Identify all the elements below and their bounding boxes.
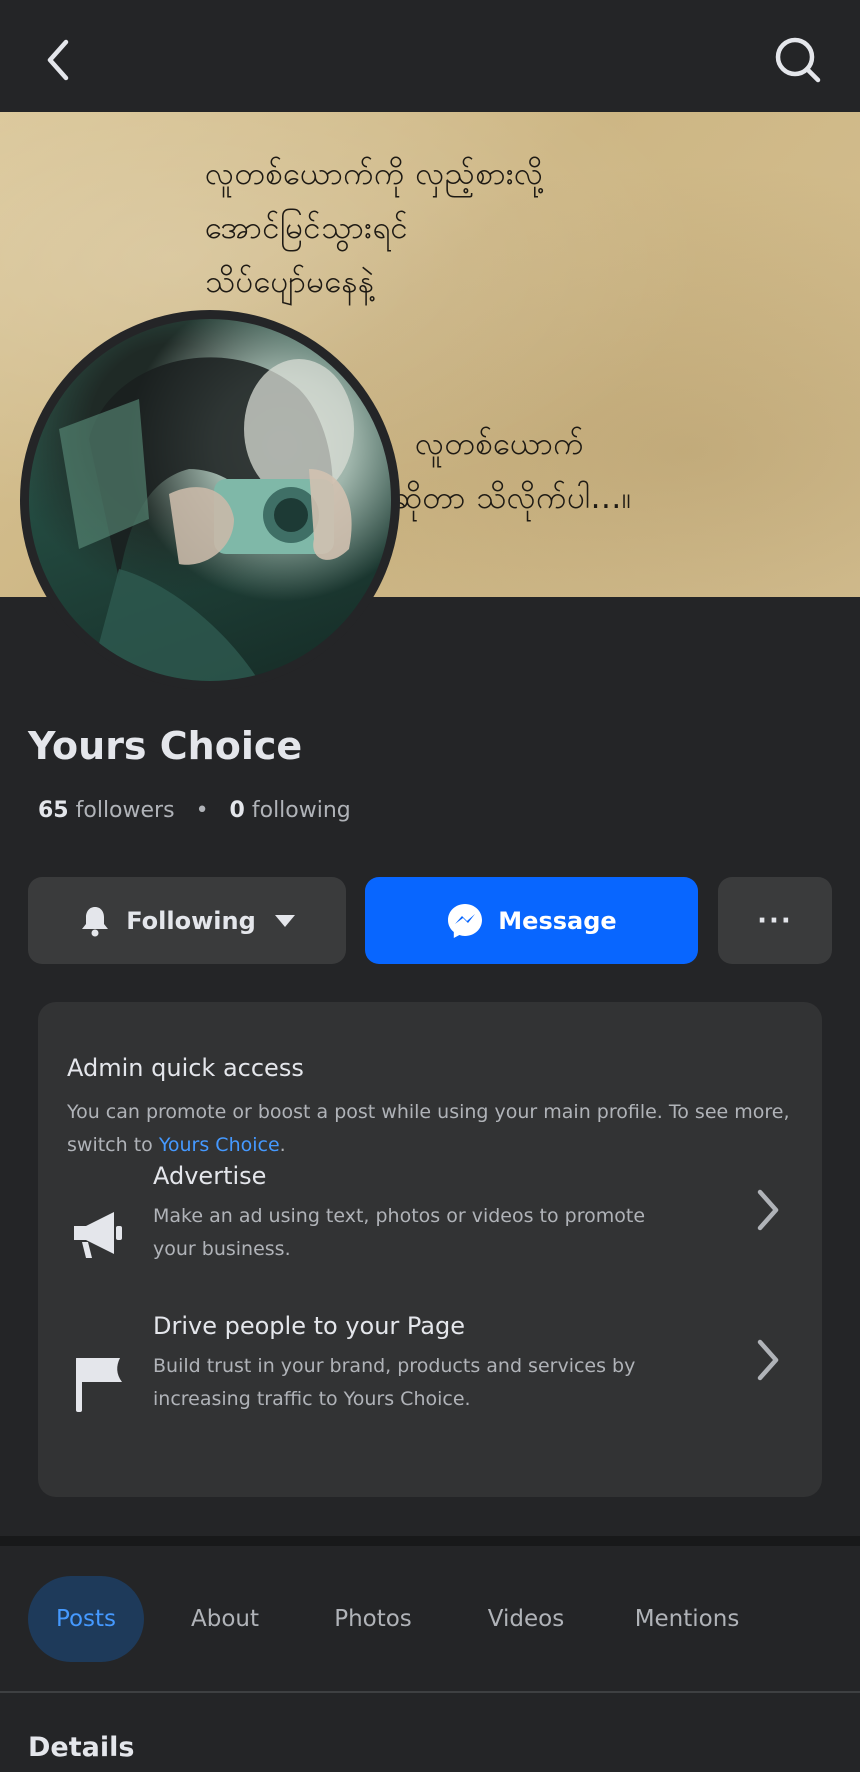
cover-text-line: လူတစ်ယောက် [415,426,585,462]
tab-mentions[interactable]: Mentions [624,1576,750,1662]
tab-about[interactable]: About [178,1576,272,1662]
page-profile: လူတစ်ယောက်ကို လှည့်စားလို့ အောင်မြင်သွား… [0,0,860,1772]
message-button-label: Message [498,906,617,935]
cover-text-line: ဆိုတာ သိလိုက်ပါ...။ [392,480,632,516]
following-button-label: Following [126,906,256,935]
advertise-description: Make an ad using text, photos or videos … [153,1205,646,1260]
follow-counts: 65 followers • 0 following [38,798,351,823]
cover-text-line: အောင်မြင်သွားရင် [205,210,409,246]
tab-photos[interactable]: Photos [322,1576,424,1662]
followers-count: 65 [38,798,69,823]
back-button[interactable] [30,30,90,90]
bell-icon [78,904,112,938]
tabs-divider [0,1691,860,1693]
card-title: Admin quick access [67,1054,304,1082]
following-label[interactable]: following [252,798,351,823]
page-title: Yours Choice [28,724,303,768]
advertise-title: Advertise [153,1162,267,1190]
chevron-left-icon [47,39,69,81]
caret-down-icon [274,914,296,928]
search-icon [775,37,821,83]
admin-quick-access-card: Admin quick access You can promote or bo… [38,1002,822,1497]
cover-text-line: လူတစ်ယောက်ကို လှည့်စားလို့ [205,156,544,192]
top-bar [0,0,860,112]
followers-label[interactable]: followers [76,798,175,823]
chevron-right-icon [748,1180,788,1240]
megaphone-icon [66,1202,132,1268]
tab-videos[interactable]: Videos [476,1576,576,1662]
search-button[interactable] [768,30,828,90]
following-count: 0 [229,798,245,823]
drive-people-description: Build trust in your brand, products and … [153,1355,636,1410]
card-description: You can promote or boost a post while us… [67,1096,797,1162]
profile-tabs: Posts About Photos Videos Mentions [0,1546,860,1692]
drive-people-title: Drive people to your Page [153,1312,466,1340]
avatar-photo [29,319,391,681]
card-description-end: . [279,1134,286,1156]
more-icon: ··· [757,905,793,936]
message-button[interactable]: Message [365,877,698,964]
count-separator: • [195,798,209,823]
tab-posts[interactable]: Posts [28,1576,144,1662]
avatar[interactable] [20,310,400,690]
section-divider [0,1536,860,1546]
switch-profile-link[interactable]: Yours Choice [159,1134,280,1156]
following-button[interactable]: Following [28,877,346,964]
cover-text-line: သိပ်ပျော်မနေနဲ့ [205,264,375,300]
messenger-icon [446,902,484,940]
details-heading: Details [28,1732,135,1763]
flag-icon [66,1350,132,1416]
more-options-button[interactable]: ··· [718,877,832,964]
chevron-right-icon [748,1330,788,1390]
